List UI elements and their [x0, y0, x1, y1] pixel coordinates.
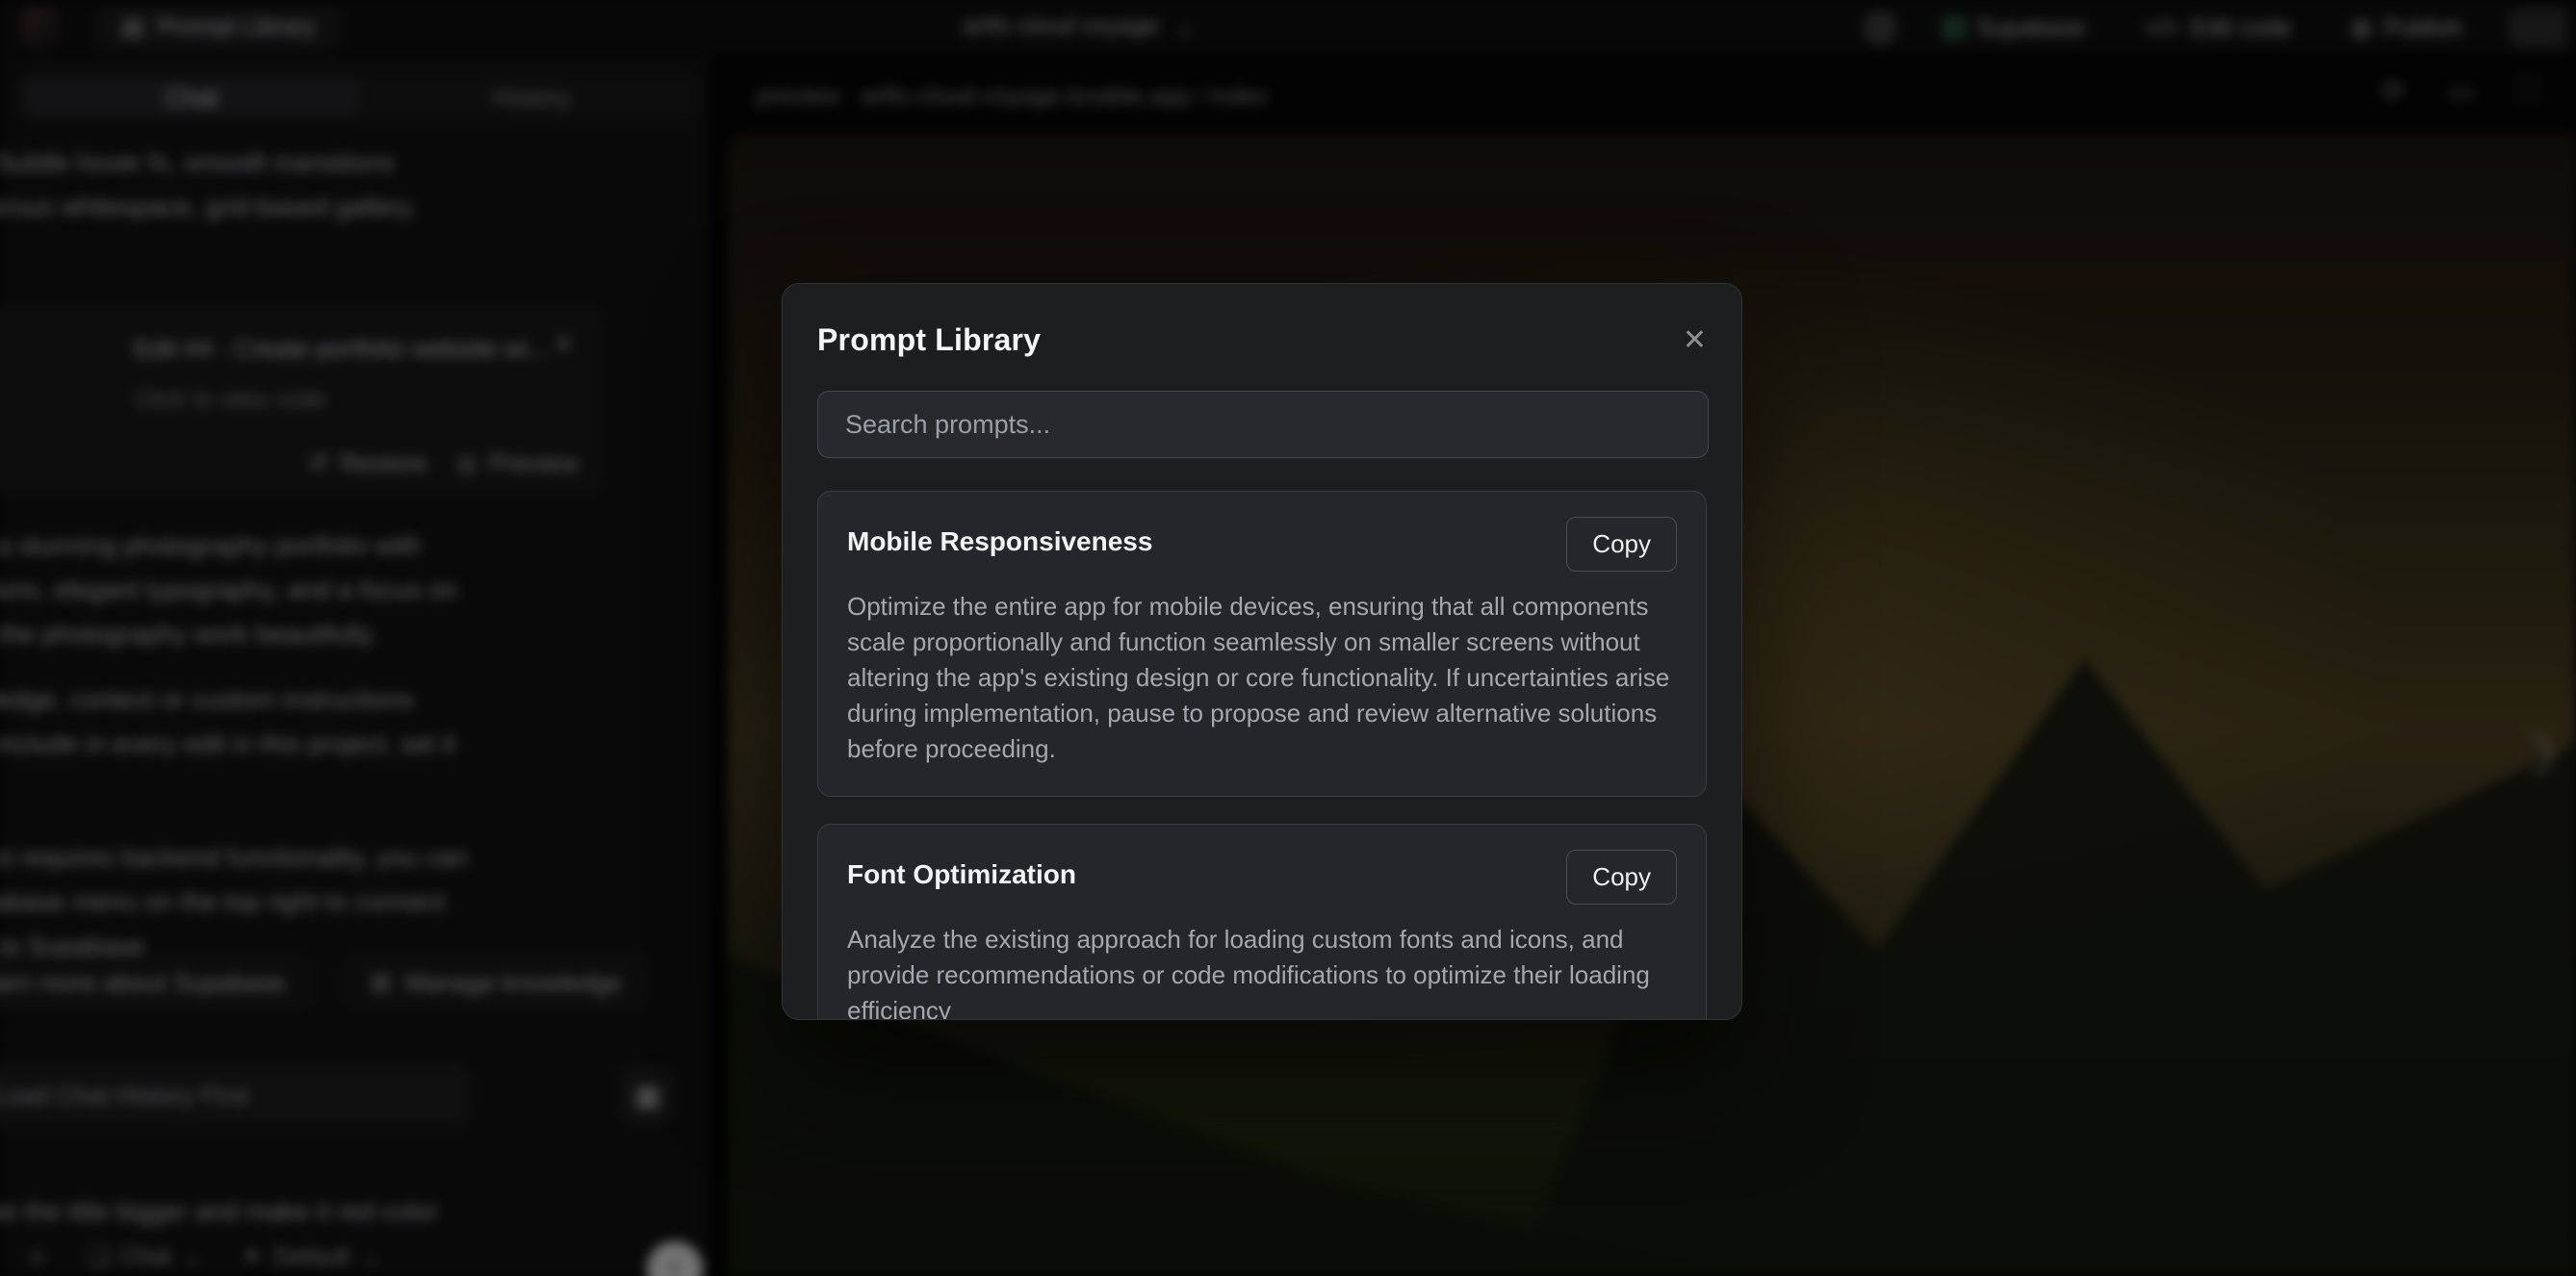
modal-title: Prompt Library — [817, 322, 1041, 358]
prompt-card-mobile-responsiveness: Mobile Responsiveness Copy Optimize the … — [817, 491, 1707, 797]
search-prompts-input[interactable] — [817, 391, 1709, 458]
prompt-title: Font Optimization — [847, 850, 1076, 890]
prompt-title: Mobile Responsiveness — [847, 517, 1152, 557]
prompt-body: Analyze the existing approach for loadin… — [847, 922, 1677, 1020]
copy-button[interactable]: Copy — [1566, 850, 1677, 905]
prompt-library-modal: Prompt Library ✕ Mobile Responsiveness C… — [782, 283, 1742, 1020]
prompt-body: Optimize the entire app for mobile devic… — [847, 589, 1677, 767]
copy-button[interactable]: Copy — [1566, 517, 1677, 572]
prompt-list: Mobile Responsiveness Copy Optimize the … — [817, 491, 1707, 1020]
prompt-card-font-optimization: Font Optimization Copy Analyze the exist… — [817, 824, 1707, 1020]
modal-close-icon[interactable]: ✕ — [1683, 326, 1707, 355]
